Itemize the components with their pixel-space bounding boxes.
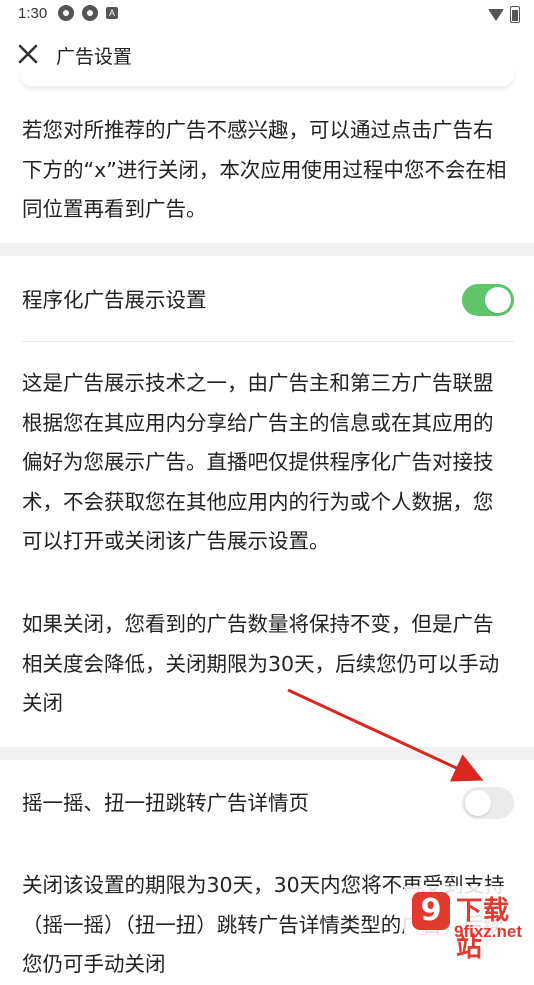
shake-redirect-toggle[interactable] xyxy=(462,787,514,819)
battery-icon xyxy=(510,6,520,23)
site-watermark: 9 下载站 9fixz.net xyxy=(404,886,534,963)
section-divider xyxy=(0,747,534,760)
status-notification-icons: A xyxy=(58,5,118,21)
programmatic-ad-toggle[interactable] xyxy=(462,284,514,316)
status-system-icons xyxy=(488,6,520,23)
programmatic-ad-note: 如果关闭，您看到的广告数量将保持不变，但是广告相关度会降低，关闭期限为30天，后… xyxy=(22,612,500,715)
wifi-icon xyxy=(488,8,504,21)
programmatic-ad-description: 这是广告展示技术之一，由广告主和第三方广告联盟根据您在其应用内分享给广告主的信息… xyxy=(22,371,494,553)
programmatic-ad-setting-label: 程序化广告展示设置 xyxy=(22,288,207,312)
shake-redirect-setting-row[interactable]: 摇一摇、扭一扭跳转广告详情页 xyxy=(0,774,534,832)
status-time: 1:30 xyxy=(18,5,48,22)
toggle-knob xyxy=(465,790,491,816)
section-divider xyxy=(0,243,534,256)
shake-redirect-setting-label: 摇一摇、扭一扭跳转广告详情页 xyxy=(22,791,309,815)
settings-gear-icon xyxy=(58,5,74,21)
scrolled-card-edge xyxy=(20,66,514,86)
toggle-knob xyxy=(485,287,511,313)
programmatic-ad-setting-row[interactable]: 程序化广告展示设置 xyxy=(0,271,534,329)
watermark-logo: 9 xyxy=(412,892,450,930)
watermark-url: 9fixz.net xyxy=(454,922,523,941)
settings-gear-icon xyxy=(82,5,98,21)
intro-text: 若您对所推荐的广告不感兴趣，可以通过点击广告右下方的“x”进行关闭，本次应用使用… xyxy=(22,118,507,221)
status-bar: 1:30 A xyxy=(0,0,534,28)
page-title: 广告设置 xyxy=(56,46,133,68)
app-a-icon: A xyxy=(106,7,118,19)
row-divider xyxy=(22,341,514,342)
